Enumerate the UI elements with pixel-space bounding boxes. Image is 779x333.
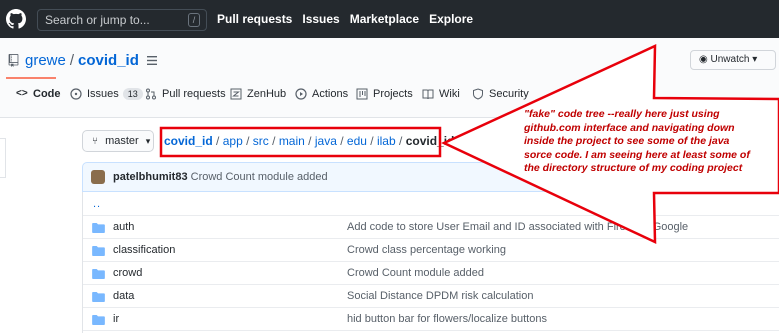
repo-name-link[interactable]: covid_id [78, 52, 139, 69]
avatar[interactable] [91, 170, 105, 184]
tab-actions[interactable]: Actions [295, 88, 348, 100]
nav-marketplace[interactable]: Marketplace [350, 12, 419, 26]
file-name-link[interactable]: data [113, 290, 134, 302]
file-name-link[interactable]: auth [113, 221, 134, 233]
folder-icon [92, 223, 105, 233]
breadcrumb-separator: / [308, 134, 312, 148]
file-name-link[interactable]: classification [113, 244, 175, 256]
breadcrumb-app[interactable]: app [223, 134, 243, 148]
pull-request-icon [146, 88, 156, 100]
search-placeholder: Search or jump to... [45, 13, 150, 27]
tab-code[interactable]: <> Code [16, 88, 61, 100]
menu-list-icon[interactable] [146, 56, 157, 65]
branch-select-button[interactable]: ⑂ master ▾ [82, 130, 154, 152]
side-panel-edge [0, 138, 6, 178]
repo-icon [8, 54, 19, 67]
folder-icon [92, 315, 105, 325]
file-list: .. auth Add code to store User Email and… [82, 192, 779, 333]
branch-label: master [105, 135, 139, 147]
tab-zenhub-label: ZenHub [247, 88, 287, 100]
active-tab-indicator [6, 77, 56, 79]
project-icon [356, 88, 368, 100]
breadcrumb-current: covid_id [405, 134, 455, 148]
shield-icon [473, 88, 483, 100]
folder-icon [92, 246, 105, 256]
unwatch-button[interactable]: ◉ Unwatch ▾ [690, 50, 776, 70]
list-item[interactable]: auth Add code to store User Email and ID… [83, 216, 779, 239]
code-icon: <> [16, 88, 28, 99]
breadcrumb-separator: / [399, 134, 403, 148]
book-icon [422, 89, 434, 100]
tab-projects[interactable]: Projects [356, 88, 413, 100]
play-icon [295, 88, 307, 100]
breadcrumb-ilab[interactable]: ilab [377, 134, 396, 148]
commit-message[interactable]: Crowd Count module added [191, 171, 328, 183]
file-name-link[interactable]: ir [113, 313, 119, 325]
github-logo-icon[interactable] [6, 9, 26, 29]
breadcrumb-java[interactable]: java [315, 134, 337, 148]
tab-wiki[interactable]: Wiki [422, 88, 460, 100]
file-commit-message[interactable]: Social Distance DPDM risk calculation [347, 290, 533, 302]
tab-actions-label: Actions [312, 88, 349, 100]
tab-issues-label: Issues [87, 88, 119, 100]
parent-directory-row[interactable]: .. [83, 192, 779, 216]
tab-pull-requests-label: Pull requests [162, 88, 226, 100]
eye-icon: ◉ [699, 54, 708, 65]
repo-header: grewe / covid_id ◉ Unwatch ▾ <> Code Iss… [0, 38, 779, 118]
breadcrumb-separator: / [272, 134, 276, 148]
branch-icon: ⑂ [92, 136, 98, 147]
file-commit-message[interactable]: Add code to store User Email and ID asso… [347, 221, 688, 233]
search-shortcut-key: / [188, 13, 200, 27]
file-commit-message[interactable]: Crowd class percentage working [347, 244, 506, 256]
parent-directory-link[interactable]: .. [93, 198, 101, 210]
file-commit-message[interactable]: hid button bar for flowers/localize butt… [347, 313, 547, 325]
tab-security-label: Security [489, 88, 529, 100]
global-header: Search or jump to... / Pull requests Iss… [0, 0, 779, 38]
repo-title-separator: / [69, 52, 75, 69]
nav-issues[interactable]: Issues [302, 12, 339, 26]
list-item[interactable]: data Social Distance DPDM risk calculati… [83, 285, 779, 308]
breadcrumb-main[interactable]: main [279, 134, 305, 148]
folder-icon [92, 292, 105, 302]
unwatch-label: Unwatch [710, 54, 750, 65]
breadcrumb-separator: / [370, 134, 374, 148]
file-commit-message[interactable]: Crowd Count module added [347, 267, 484, 279]
breadcrumb-src[interactable]: src [253, 134, 269, 148]
tab-issues[interactable]: Issues 13 [70, 88, 143, 100]
chevron-down-icon: ▾ [145, 136, 151, 146]
tab-wiki-label: Wiki [439, 88, 460, 100]
issue-icon [70, 88, 82, 100]
breadcrumb: covid_id / app / src / main / java / edu… [164, 134, 461, 148]
search-input[interactable]: Search or jump to... / [37, 9, 207, 31]
tab-security[interactable]: Security [472, 88, 529, 100]
annotation-text: "fake" code tree --really here just usin… [524, 108, 750, 174]
breadcrumb-separator: / [216, 134, 220, 148]
file-name-link[interactable]: crowd [113, 267, 142, 279]
breadcrumb-separator: / [340, 134, 344, 148]
breadcrumb-covid-id[interactable]: covid_id [164, 134, 213, 148]
list-item[interactable]: ir hid button bar for flowers/localize b… [83, 308, 779, 331]
folder-icon [92, 269, 105, 279]
commit-summary: patelbhumit83 Crowd Count module added [113, 171, 328, 183]
breadcrumb-separator: / [246, 134, 250, 148]
nav-pull-requests[interactable]: Pull requests [217, 12, 292, 26]
tab-zenhub[interactable]: ZenHub [230, 88, 286, 100]
issues-count-badge: 13 [122, 88, 143, 100]
breadcrumb-separator: / [457, 134, 462, 148]
repo-title: grewe / covid_id [8, 52, 157, 69]
repo-owner-link[interactable]: grewe [25, 52, 66, 69]
list-item[interactable]: classification Crowd class percentage wo… [83, 239, 779, 262]
zenhub-icon [230, 88, 242, 100]
tab-code-label: Code [33, 88, 61, 100]
tab-pull-requests[interactable]: Pull requests [145, 88, 226, 100]
tab-projects-label: Projects [373, 88, 413, 100]
nav-explore[interactable]: Explore [429, 12, 473, 26]
chevron-down-icon: ▾ [752, 54, 758, 65]
list-item[interactable]: crowd Crowd Count module added [83, 262, 779, 285]
breadcrumb-edu[interactable]: edu [347, 134, 367, 148]
commit-author-link[interactable]: patelbhumit83 [113, 171, 188, 183]
global-nav: Pull requests Issues Marketplace Explore [217, 12, 483, 26]
